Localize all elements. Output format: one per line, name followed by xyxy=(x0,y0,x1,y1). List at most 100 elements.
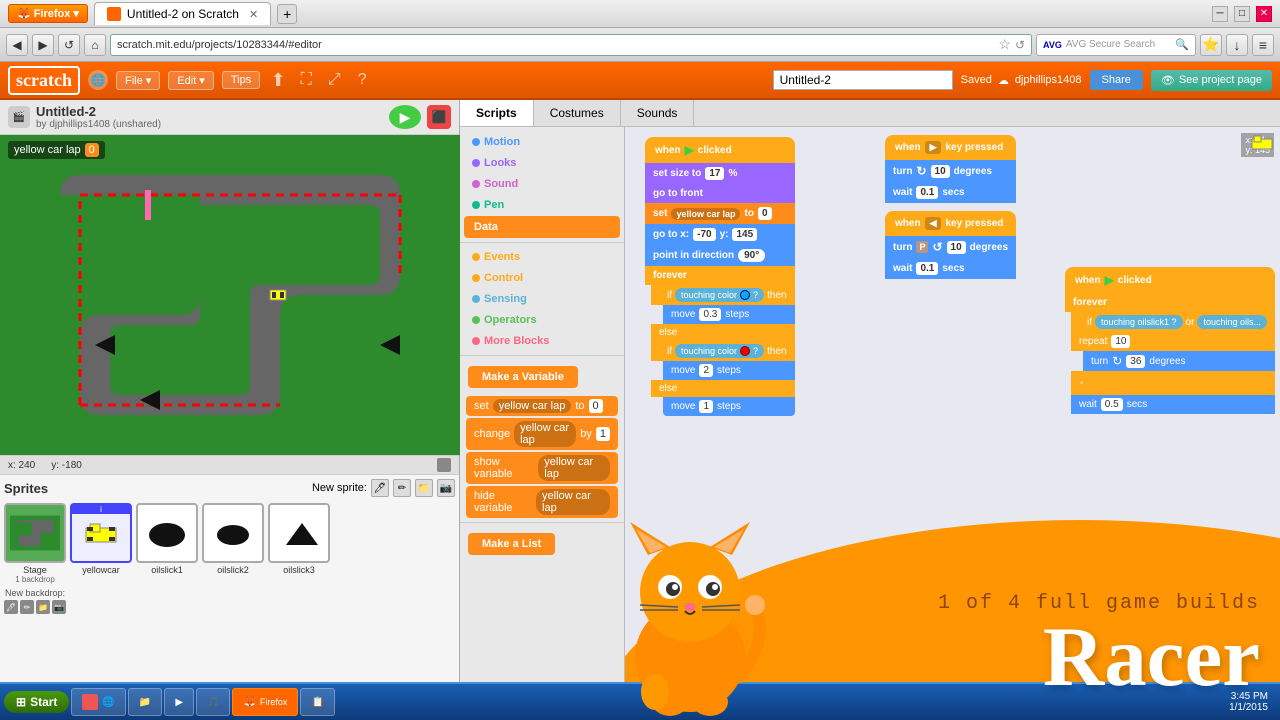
taskbar-item-3[interactable]: 🎵 xyxy=(196,688,230,716)
refresh-button[interactable]: ↺ xyxy=(58,34,80,56)
tab-costumes[interactable]: Costumes xyxy=(534,100,621,126)
taskbar-item-4[interactable]: 🦊 Firefox xyxy=(232,688,298,716)
move-03-block[interactable]: move 0.3 steps xyxy=(663,305,795,324)
window-close-button[interactable]: ✕ xyxy=(1256,6,1272,22)
wait-block-1[interactable]: wait 0.1 secs xyxy=(885,182,1016,203)
category-sensing[interactable]: Sensing xyxy=(464,289,620,309)
camera-backdrop-button[interactable]: 📷 xyxy=(52,600,66,614)
category-data[interactable]: Data xyxy=(464,216,620,238)
category-control[interactable]: Control xyxy=(464,268,620,288)
edit-backdrop-button[interactable]: ✏ xyxy=(20,600,34,614)
set-var-script-block[interactable]: set yellow car lap to 0 xyxy=(645,203,795,224)
point-direction-block[interactable]: point in direction 90° xyxy=(645,245,795,266)
make-variable-button[interactable]: Make a Variable xyxy=(468,366,578,388)
taskbar-item-2[interactable]: ▶ xyxy=(164,688,194,716)
start-button[interactable]: ⊞ Start xyxy=(4,691,69,713)
oilslick1-sprite-thumbnail[interactable] xyxy=(136,503,198,563)
turn-spin-block[interactable]: turn ↻ 36 degrees xyxy=(1083,351,1275,371)
forever-block-1[interactable]: forever xyxy=(645,266,795,285)
if-oilslick-block[interactable]: if touching oilslick1 ? or touching oils… xyxy=(1071,312,1275,332)
new-tab-button[interactable]: + xyxy=(277,4,297,24)
move-1-block[interactable]: move 1 steps xyxy=(663,397,795,416)
tips-button[interactable]: Tips xyxy=(222,71,260,89)
bookmark-star-icon[interactable]: ☆ xyxy=(998,36,1011,53)
show-var-block[interactable]: show variable yellow car lap xyxy=(466,452,618,484)
green-flag-button[interactable]: ▶ xyxy=(389,105,421,129)
address-bar[interactable]: scratch.mit.edu/projects/10283344/#edito… xyxy=(110,34,1032,56)
window-maximize-button[interactable]: □ xyxy=(1234,6,1250,22)
globe-icon[interactable]: 🌐 xyxy=(88,70,108,90)
category-looks[interactable]: Looks xyxy=(464,153,620,173)
fullscreen-icon[interactable]: ⛶ xyxy=(296,71,316,89)
turn-right-block[interactable]: turn ↻ 10 degrees xyxy=(885,160,1016,182)
category-motion[interactable]: Motion xyxy=(464,132,620,152)
when-right-key-block[interactable]: when ▶ key pressed xyxy=(885,135,1016,160)
if-touching-color-block[interactable]: if touching color ? then xyxy=(651,285,795,305)
help-icon[interactable]: ? xyxy=(352,71,372,89)
edit-sprite-button[interactable]: ✏ xyxy=(393,479,411,497)
stage-sprite-thumbnail[interactable] xyxy=(4,503,66,563)
resize-handle[interactable] xyxy=(437,458,451,472)
oilslick3-sprite-thumbnail[interactable] xyxy=(268,503,330,563)
category-operators[interactable]: Operators xyxy=(464,310,620,330)
back-button[interactable]: ◀ xyxy=(6,34,28,56)
go-to-xy-block[interactable]: go to x: -70 y: 145 xyxy=(645,224,795,245)
share-button[interactable]: Share xyxy=(1090,70,1143,90)
upload-backdrop-button[interactable]: 📁 xyxy=(36,600,50,614)
browser-tab[interactable]: Untitled-2 on Scratch ✕ xyxy=(94,2,271,25)
file-menu-button[interactable]: File ▾ xyxy=(116,71,160,90)
set-size-block[interactable]: set size to 17 % xyxy=(645,163,795,184)
go-to-front-block[interactable]: go to front xyxy=(645,184,795,203)
set-var-block[interactable]: set yellow car lap to 0 xyxy=(466,396,618,416)
wait-block-2[interactable]: wait 0.1 secs xyxy=(885,258,1016,279)
firefox-logo: 🦊 xyxy=(17,7,31,20)
avg-logo: AVG xyxy=(1043,40,1062,50)
search-icon[interactable]: 🔍 xyxy=(1175,38,1189,51)
wait-block-3[interactable]: wait 0.5 secs xyxy=(1071,395,1275,414)
when-flag-block-2[interactable]: when ▶ clicked xyxy=(1065,267,1275,293)
yellowcar-sprite-thumbnail[interactable]: i xyxy=(70,503,132,563)
paint-sprite-button[interactable]: 🖊 xyxy=(371,479,389,497)
menu-button[interactable]: ≡ xyxy=(1252,34,1274,56)
firefox-menu-button[interactable]: 🦊 Firefox ▾ xyxy=(8,4,88,23)
edit-menu-button[interactable]: Edit ▾ xyxy=(168,71,214,90)
search-bar[interactable]: AVG AVG Secure Search 🔍 xyxy=(1036,34,1196,56)
upload-icon[interactable]: ⬆ xyxy=(268,70,288,91)
expand-icon[interactable]: ⤢ xyxy=(324,71,344,89)
bookmark-button[interactable]: ⭐ xyxy=(1200,34,1222,56)
window-minimize-button[interactable]: ─ xyxy=(1212,6,1228,22)
when-flag-block-1[interactable]: when ▶ clicked xyxy=(645,137,795,163)
refresh-small-icon[interactable]: ↺ xyxy=(1015,38,1025,52)
category-sound[interactable]: Sound xyxy=(464,174,620,194)
upload-sprite-button[interactable]: 📁 xyxy=(415,479,433,497)
close-tab-icon[interactable]: ✕ xyxy=(249,8,258,21)
forever-block-2[interactable]: forever xyxy=(1065,293,1275,312)
taskbar-icon-4: 🦊 xyxy=(243,697,255,708)
oilslick2-sprite-thumbnail[interactable] xyxy=(202,503,264,563)
taskbar-item-1[interactable]: 📁 xyxy=(128,688,162,716)
see-project-button[interactable]: 👁 See project page xyxy=(1151,70,1272,91)
taskbar-item-0[interactable]: 🌐 xyxy=(71,688,125,716)
home-button[interactable]: ⌂ xyxy=(84,34,106,56)
download-button[interactable]: ↓ xyxy=(1226,34,1248,56)
move-2-block[interactable]: move 2 steps xyxy=(663,361,795,380)
project-title-input[interactable] xyxy=(773,70,953,90)
make-list-button[interactable]: Make a List xyxy=(468,533,555,555)
repeat-block[interactable]: repeat 10 xyxy=(1071,332,1275,351)
taskbar-item-5[interactable]: 📋 xyxy=(300,688,334,716)
category-pen[interactable]: Pen xyxy=(464,195,620,215)
stop-button[interactable]: ⬛ xyxy=(427,105,451,129)
turn-left-block[interactable]: turn P ↺ 10 degrees xyxy=(885,236,1016,258)
tab-scripts[interactable]: Scripts xyxy=(460,100,534,126)
category-more-blocks[interactable]: More Blocks xyxy=(464,331,620,351)
camera-sprite-button[interactable]: 📷 xyxy=(437,479,455,497)
category-events[interactable]: Events xyxy=(464,247,620,267)
change-var-block[interactable]: change yellow car lap by 1 xyxy=(466,418,618,450)
paint-backdrop-button[interactable]: 🖊 xyxy=(4,600,18,614)
tab-sounds[interactable]: Sounds xyxy=(621,100,695,126)
when-left-key-block[interactable]: when ◀ key pressed xyxy=(885,211,1016,236)
forward-button[interactable]: ▶ xyxy=(32,34,54,56)
hide-var-block[interactable]: hide variable yellow car lap xyxy=(466,486,618,518)
if-touching-red-block[interactable]: if touching color ? then xyxy=(651,341,795,361)
sound-dot xyxy=(472,180,480,188)
